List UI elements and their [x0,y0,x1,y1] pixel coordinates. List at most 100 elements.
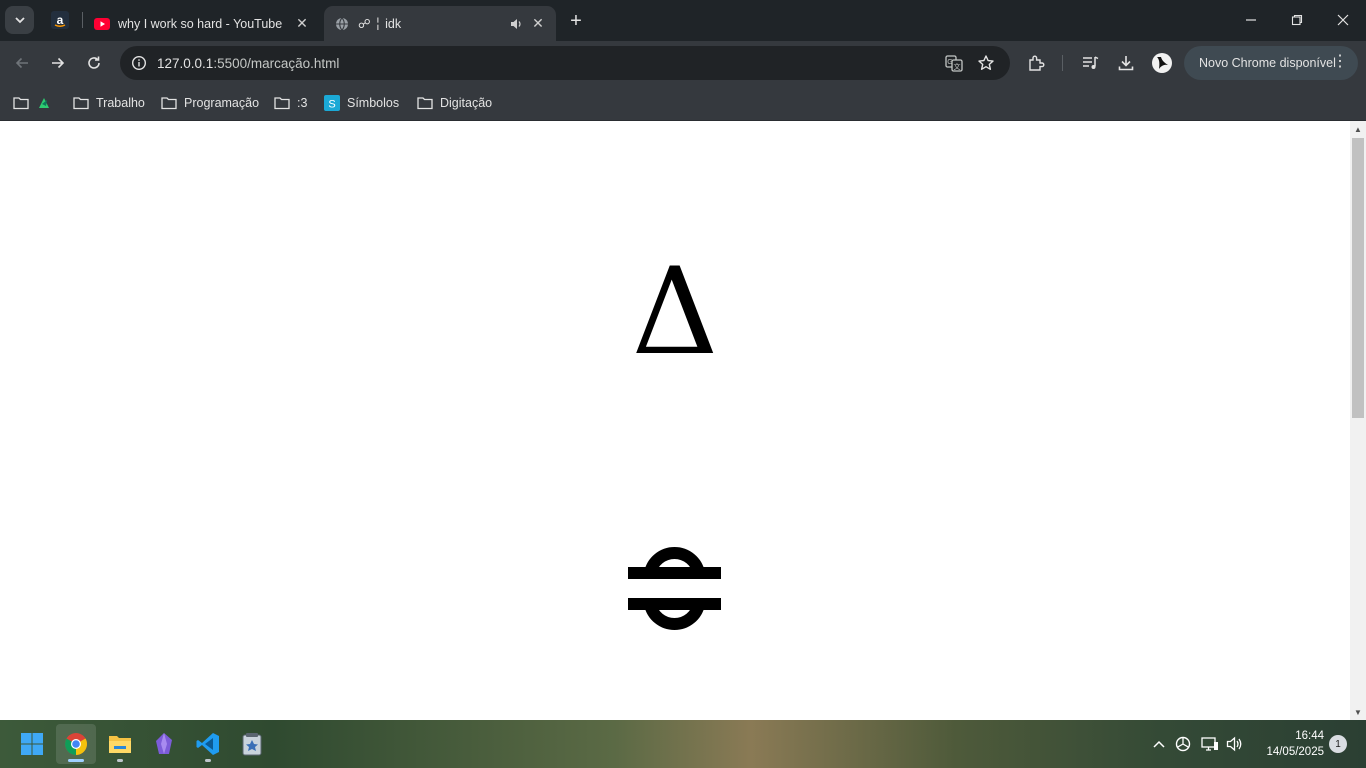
site-info-icon[interactable] [122,46,156,80]
bookmark-programacao[interactable]: Programação [161,92,259,114]
arrow-left-icon [15,57,28,69]
close-window-button[interactable] [1320,0,1366,40]
minimize-button[interactable] [1228,0,1274,40]
more-menu-icon[interactable]: ⋮ [1332,54,1348,70]
bookmarks-bar: Trabalho Programação :3 S Símbolos Digit… [0,85,1366,121]
chrome-icon [65,733,87,755]
address-bar[interactable]: 127.0.0.1:5500/marcação.html 文G [120,46,1010,80]
tab-title: ☍ ╎ idk [358,17,402,31]
vscode-icon [196,733,219,755]
tab-separator [82,12,83,28]
forward-button[interactable] [44,49,72,77]
reload-button[interactable] [80,49,108,77]
system-clock[interactable]: 16:44 14/05/2025 [1252,728,1324,760]
scroll-up-arrow[interactable]: ▲ [1350,121,1366,137]
folder-icon [73,95,89,111]
bookmark-label: Trabalho [96,96,145,110]
restore-button[interactable] [1274,0,1320,40]
bookmark-label: Digitação [440,96,493,110]
update-chrome-button[interactable]: Novo Chrome disponível ⋮ [1184,46,1358,80]
download-icon[interactable] [1114,51,1138,75]
folder-icon [161,95,177,111]
media-controls-icon[interactable] [1078,51,1102,75]
youtube-icon [94,16,110,32]
chevron-down-icon [14,17,25,24]
taskbar-obsidian[interactable] [144,724,184,764]
url-host: 127.0.0.1 [157,55,214,71]
tab-search-button[interactable] [5,6,34,34]
translate-icon[interactable]: 文G [944,53,964,73]
bookmark-3[interactable]: :3 [274,92,307,114]
active-indicator [68,759,84,762]
windows-start-icon [21,733,43,755]
url-path: :5500/marcação.html [213,55,340,71]
speaker-icon[interactable] [508,16,524,32]
chatgpt-tray-icon[interactable] [1172,732,1194,756]
arrow-right-icon [52,57,65,69]
back-button[interactable] [8,49,36,77]
symbols-site-icon: S [324,95,340,111]
bookmark-digitacao[interactable]: Digitação [417,92,492,114]
opposition-symbol: ☍ [618,541,732,631]
profile-avatar[interactable] [1150,51,1174,75]
folder-icon [417,95,433,111]
tray-overflow-icon[interactable] [1148,732,1170,756]
globe-icon [334,16,350,32]
pinned-tab[interactable]: a [48,8,72,32]
svg-text:a: a [57,13,64,27]
taskbar-vscode[interactable] [188,724,228,764]
page-viewport: Δ ☍ ▲ ▼ [0,121,1366,720]
svg-text:G: G [947,59,952,66]
close-tab-button[interactable]: ✕ [530,15,546,32]
update-chip-label: Novo Chrome disponível [1199,56,1336,70]
bookmark-trabalho[interactable]: Trabalho [73,92,145,114]
tab-idk[interactable]: ☍ ╎ idk ✕ [324,6,556,41]
page-scrollbar[interactable]: ▲ ▼ [1350,121,1366,720]
bookmark-label: Símbolos [347,96,400,110]
extensions-icon[interactable] [1024,51,1048,75]
minimize-icon [1246,19,1256,21]
bookmark-simbolos[interactable]: S Símbolos [324,92,399,114]
browser-toolbar: 127.0.0.1:5500/marcação.html 文G Novo Chr… [0,41,1366,85]
clock-time: 16:44 [1295,730,1324,742]
file-explorer-icon [109,736,131,753]
bookmark-folder[interactable] [13,92,59,114]
url-text: 127.0.0.1:5500/marcação.html [157,56,339,71]
app-icon [242,733,262,756]
amazon-icon: a [51,11,69,29]
network-icon[interactable] [1199,732,1221,756]
clock-date: 14/05/2025 [1266,746,1324,758]
obsidian-icon [156,733,172,754]
new-tab-button[interactable]: + [564,9,588,33]
notification-badge[interactable]: 1 [1329,735,1347,753]
volume-icon[interactable] [1224,732,1246,756]
folder-icon [274,95,290,111]
start-button[interactable] [12,724,52,764]
bookmark-label: Programação [184,96,260,110]
svg-text:S: S [328,99,335,111]
close-tab-button[interactable]: ✕ [294,15,310,32]
bookmark-star-icon[interactable] [976,53,996,73]
close-icon [1337,14,1349,26]
opposition-symbol-text: ☍ [732,541,733,542]
delta-glyph: Δ [631,243,719,382]
tab-title: why I work so hard - YouTube [118,16,283,31]
opposition-symbol-graphic [628,547,721,630]
bookmark-label: :3 [297,96,308,110]
taskbar-file-explorer[interactable] [100,724,140,764]
taskbar-chrome[interactable] [56,724,96,764]
tab-strip: a why I work so hard - YouTube ✕ ☍ ╎ idk… [0,0,1366,41]
scroll-down-arrow[interactable]: ▼ [1350,704,1366,720]
folder-icon [13,95,29,111]
running-indicator [205,759,211,762]
tab-youtube[interactable]: why I work so hard - YouTube ✕ [84,6,320,41]
scroll-thumb[interactable] [1352,138,1364,418]
shortcut-app-icon [36,95,52,111]
running-indicator [117,759,123,762]
restore-icon [1291,14,1303,26]
taskbar-app[interactable] [232,724,272,764]
reload-icon [88,56,100,69]
windows-taskbar: 16:44 14/05/2025 1 [0,720,1366,768]
svg-text:文: 文 [954,62,961,71]
toolbar-separator [1062,55,1063,71]
